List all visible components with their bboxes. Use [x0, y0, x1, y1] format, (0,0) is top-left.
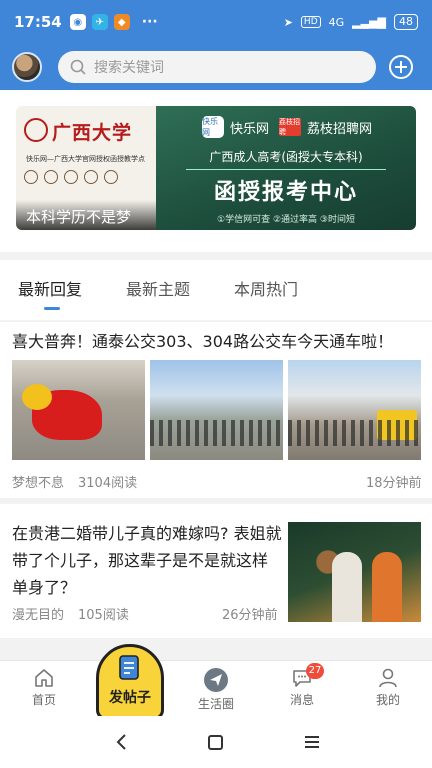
post-reads: 3104阅读 — [78, 476, 138, 491]
banner-left-subtitle: 快乐网—广西大学官网授权函授教学点 — [26, 155, 145, 163]
nav-profile-label: 我的 — [375, 693, 400, 707]
notification-plane-icon: ✈ — [91, 14, 108, 30]
nav-profile[interactable]: 我的 — [358, 667, 418, 708]
post-image-buses[interactable] — [288, 360, 421, 460]
brand1-logo-icon: 快乐网 — [202, 116, 224, 138]
bottom-nav: 首页 生活圈 27 消息 我的 — [0, 660, 432, 716]
banner-left-slide[interactable]: 广西大学 快乐网—广西大学官网授权函授教学点 本科学历不是梦 — [16, 106, 156, 230]
location-icon: ➤ — [283, 15, 293, 29]
feed-tabs: 最新回复 最新主题 本周热门 — [0, 260, 432, 320]
home-square-icon[interactable] — [206, 730, 226, 754]
hd-badge: HD — [300, 16, 321, 28]
status-indicators: ➤ HD 4G ▂▃▅▇ 48 — [284, 14, 418, 30]
status-time: 17:54 — [14, 13, 62, 31]
lion-dance-head — [22, 384, 52, 410]
plus-circle-icon[interactable] — [388, 54, 414, 80]
banner-right-title: 函授报考中心 — [213, 180, 358, 205]
status-more: ··· — [141, 14, 158, 30]
back-icon[interactable] — [112, 730, 132, 754]
person-figure — [372, 552, 402, 622]
nav-life-circle-label: 生活圈 — [197, 697, 234, 711]
nav-life-circle[interactable]: 生活圈 — [186, 667, 246, 712]
home-icon — [35, 669, 53, 687]
post-time: 18分钟前 — [366, 476, 422, 491]
post-image-lion-dance[interactable] — [12, 360, 145, 460]
banner-right-features: ①学信网可查 ②通过率高 ③时间短 — [217, 215, 355, 225]
battery-indicator: 48 — [394, 14, 418, 30]
post-item[interactable]: 在贵港二婚带儿子真的难嫁吗? 表姐就带了个儿子，那这辈子是不是就这样单身了？ 漫… — [0, 504, 432, 638]
post-author[interactable]: 梦想不息 — [12, 472, 64, 491]
banner-right-slide[interactable]: 快乐网 快乐网 荔枝招聘 荔枝招聘网 广西成人高考(函授大专本科) 函授报考中心… — [156, 106, 416, 230]
crowd-figure — [288, 420, 421, 446]
app-header: 搜索关键词 — [0, 44, 432, 90]
brand1-name: 快乐网 — [230, 121, 270, 137]
search-bar[interactable]: 搜索关键词 — [58, 51, 376, 83]
crowd-figure — [150, 420, 283, 446]
post-title[interactable]: 喜大普奔！通泰公交303、304路公交车今天通车啦！ — [12, 328, 393, 352]
tab-latest-replies[interactable]: 最新回复 — [18, 276, 82, 300]
post-thumbnail[interactable] — [288, 522, 421, 622]
paper-plane-icon — [204, 668, 228, 692]
partner-badges — [24, 170, 118, 184]
status-bar: 17:54 ◉ ✈ ◆ ··· ➤ HD 4G ▂▃▅▇ 48 — [0, 0, 432, 44]
brand2-name: 荔枝招聘网 — [307, 121, 373, 137]
post-item[interactable]: 喜大普奔！通泰公交303、304路公交车今天通车啦！ 梦想不息 3104阅读 1… — [0, 322, 432, 498]
signal-icon: ▂▃▅▇ — [352, 15, 386, 29]
menu-icon[interactable] — [302, 730, 322, 754]
post-author[interactable]: 漫无目的 — [12, 604, 64, 623]
system-nav-bar — [0, 716, 432, 768]
search-icon — [70, 59, 86, 75]
tab-weekly-hot[interactable]: 本周热门 — [234, 276, 298, 300]
nav-home-label: 首页 — [31, 693, 56, 707]
network-label: 4G — [328, 15, 345, 29]
post-image-ceremony[interactable] — [150, 360, 283, 460]
tab-active-indicator — [44, 307, 60, 310]
search-placeholder: 搜索关键词 — [94, 60, 164, 76]
message-count-badge: 27 — [306, 663, 324, 679]
avatar[interactable] — [12, 52, 42, 82]
post-reads: 105阅读 — [78, 608, 129, 623]
post-time: 26分钟前 — [222, 608, 278, 623]
new-post-label: 发帖子 — [109, 690, 151, 706]
notification-app-icon: ◉ — [69, 14, 86, 30]
profile-icon — [379, 668, 397, 688]
post-title[interactable]: 在贵港二婚带儿子真的难嫁吗? 表姐就带了个儿子，那这辈子是不是就这样单身了？ — [12, 520, 282, 601]
new-post-button[interactable]: 发帖子 — [96, 644, 164, 720]
university-name: 广西大学 — [52, 122, 133, 144]
compose-icon — [119, 655, 139, 680]
tab-latest-topics[interactable]: 最新主题 — [126, 276, 190, 300]
banner-brands: 快乐网 快乐网 荔枝招聘 荔枝招聘网 — [156, 106, 416, 138]
banner-carousel[interactable]: 广西大学 快乐网—广西大学官网授权函授教学点 本科学历不是梦 快乐网 快乐网 荔… — [0, 90, 432, 252]
notification-shop-icon: ◆ — [113, 14, 130, 30]
nav-messages-label: 消息 — [289, 693, 314, 707]
nav-home[interactable]: 首页 — [14, 667, 74, 708]
banner-right-subtitle: 广西成人高考(函授大专本科) — [186, 148, 386, 170]
nav-messages[interactable]: 27 消息 — [272, 663, 332, 708]
brand2-logo-icon: 荔枝招聘 — [279, 118, 302, 136]
person-figure — [332, 552, 362, 622]
university-logo-icon — [24, 118, 48, 142]
banner-caption: 本科学历不是梦 — [16, 200, 156, 230]
